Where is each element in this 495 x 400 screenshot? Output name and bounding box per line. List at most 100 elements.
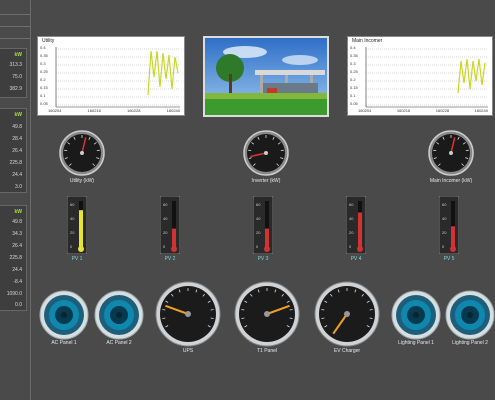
reading-value: 26.4: [12, 148, 22, 154]
reading-value: 24.4: [12, 267, 22, 273]
tick-label: 0.15: [350, 85, 358, 90]
level-fill: [265, 228, 269, 247]
tick-label: 0.25: [40, 69, 48, 74]
scale-tick: 60: [163, 202, 168, 207]
readings-group-1: kW 313.3 75.0 382.9: [0, 48, 27, 98]
x-axis-ticks: 160204 160216 160228 160240: [358, 108, 488, 113]
pv-label: PV 1: [71, 256, 83, 262]
panel-gauge: [234, 281, 300, 347]
separator: [0, 38, 30, 39]
scale-tick: 40: [442, 216, 447, 221]
scale-tick: 60: [349, 202, 354, 207]
panel-gauge: [314, 281, 380, 347]
reading-value: 0.0: [15, 302, 22, 308]
reading-value: 28.4: [12, 136, 22, 142]
tick-label: 0.1: [350, 93, 356, 98]
panel-gauge: [94, 290, 144, 340]
tick-label: 0.25: [350, 69, 358, 74]
panel-divider: [30, 0, 31, 400]
main-incomer-trend-chart[interactable]: Main Incomer 0.4 0.35 0.3 0.25 0.2 0.15 …: [347, 36, 493, 116]
pv-label: PV 4: [350, 256, 362, 262]
x-axis-ticks: 160204 160216 160228 160240: [48, 108, 180, 113]
pv-label: PV 3: [257, 256, 269, 262]
pv-level-meter: 6040200: [439, 196, 459, 254]
gauge-label: Lighting Panel 2: [452, 340, 488, 346]
level-fill: [79, 210, 83, 247]
separator: [0, 26, 30, 27]
scale-tick: 20: [256, 230, 261, 235]
reading-value: 24.4: [12, 172, 22, 178]
reading-value: 26.4: [12, 243, 22, 249]
tick-label: 0.3: [40, 61, 46, 66]
scale-tick: 20: [442, 230, 447, 235]
gauge-label: Utility (kW): [69, 178, 95, 184]
readings-group-2: kW 49.8 28.4 26.4 225.8 24.4 3.0: [0, 108, 27, 193]
pv-label: PV 5: [443, 256, 455, 262]
gauge-label: Main Incomer (kW): [429, 178, 473, 184]
scale-tick: 60: [256, 202, 261, 207]
gauge-label: Inverter (kW): [251, 178, 281, 184]
tick-label: 0.15: [40, 85, 48, 90]
readings-group-3: kW 49.8 34.3 26.4 225.8 24.4 -8.4 1090.0…: [0, 205, 27, 311]
pv-level-meter: 6040200: [160, 196, 180, 254]
panel-gauge: [391, 290, 441, 340]
trend-plot: [55, 47, 180, 108]
tick-label: 0.4: [40, 45, 46, 50]
pv-level-meter: 6040200: [67, 196, 87, 254]
gauge-label: AC Panel 1: [51, 340, 77, 346]
level-fill: [172, 228, 176, 247]
dial-gauge: [428, 130, 474, 176]
utility-trend-chart[interactable]: Utility 0.4 0.35 0.3 0.25 0.2 0.15 0.1 0…: [37, 36, 185, 116]
reading-value: 225.8: [9, 160, 22, 166]
tick-label: 0.05: [350, 101, 358, 106]
y-axis-ticks: 0.4 0.35 0.3 0.25 0.2 0.15 0.1 0.05: [350, 44, 358, 108]
tick-label: 0.2: [40, 77, 46, 82]
scale-tick: 40: [349, 216, 354, 221]
tick-label: 0.3: [350, 61, 356, 66]
gauge-label: AC Panel 2: [106, 340, 132, 346]
tick-label: 0.35: [40, 53, 48, 58]
scale-tick: 40: [70, 216, 75, 221]
gauge-label: T1 Panel: [256, 348, 278, 354]
reading-value: 34.3: [12, 231, 22, 237]
scale-tick: 60: [442, 202, 447, 207]
tick-label: 160204: [358, 108, 372, 113]
tick-label: 0.2: [350, 77, 356, 82]
scale-tick: 40: [256, 216, 261, 221]
panel-gauge: [39, 290, 89, 340]
reading-value: 49.8: [12, 124, 22, 130]
panel-gauge: [445, 290, 495, 340]
dial-gauge: [243, 130, 289, 176]
tick-label: 0.05: [40, 101, 48, 106]
reading-value: 225.8: [9, 255, 22, 261]
pv-label: PV 2: [164, 256, 176, 262]
left-readings-panel: kW 313.3 75.0 382.9 kW 49.8 28.4 26.4 22…: [0, 0, 30, 400]
scale-tick: 20: [163, 230, 168, 235]
reading-value: 1090.0: [6, 291, 22, 297]
scale-tick: 40: [163, 216, 168, 221]
reading-value: 3.0: [15, 184, 22, 190]
tick-label: 160216: [396, 108, 411, 113]
reading-value: 313.3: [9, 62, 22, 68]
pv-level-meter: 6040200: [253, 196, 273, 254]
unit-label: kW: [14, 52, 23, 58]
site-photo: [203, 36, 329, 117]
tick-label: 0.1: [40, 93, 46, 98]
tick-label: 160240: [474, 108, 488, 113]
level-fill: [451, 226, 455, 247]
ev-station-image: [205, 38, 327, 115]
tick-label: 160204: [48, 108, 62, 113]
separator: [0, 14, 30, 15]
reading-value: -8.4: [13, 279, 22, 285]
reading-value: 382.9: [9, 86, 22, 92]
gauge-label: UPS: [182, 348, 194, 354]
level-fill: [358, 212, 362, 247]
dial-gauge: [59, 130, 105, 176]
tick-label: 0.4: [350, 45, 356, 50]
scale-tick: 20: [349, 230, 354, 235]
gauge-label: Lighting Panel 1: [398, 340, 434, 346]
scale-tick: 60: [70, 202, 75, 207]
unit-label: kW: [14, 112, 23, 118]
gauge-label: EV Charger: [333, 348, 361, 354]
reading-value: 75.0: [12, 74, 22, 80]
